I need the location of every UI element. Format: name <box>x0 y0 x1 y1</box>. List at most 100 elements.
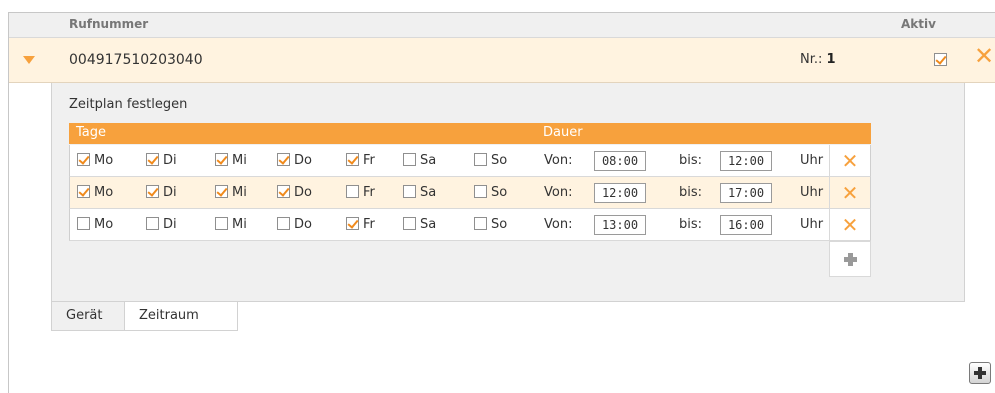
day-checkbox[interactable] <box>77 153 90 166</box>
close-icon[interactable]: ✕ <box>842 213 859 237</box>
day-checkbox[interactable] <box>146 217 159 230</box>
day-label: Sa <box>420 185 437 200</box>
day-label: Di <box>163 153 177 168</box>
day-checkbox[interactable] <box>277 217 290 230</box>
delete-schedule-row-button[interactable]: ✕ <box>829 209 871 241</box>
day-label: Fr <box>363 153 375 168</box>
to-label: bis: <box>679 185 703 200</box>
day-checkbox[interactable] <box>474 217 487 230</box>
day-checkbox[interactable] <box>474 153 487 166</box>
day-checkbox[interactable] <box>346 217 359 230</box>
from-label: Von: <box>544 153 573 168</box>
routing-table: Rufnummer Aktiv 004917510203040 Nr.: 1 ✕… <box>8 12 995 393</box>
to-label: bis: <box>679 153 703 168</box>
close-icon[interactable]: ✕ <box>842 149 859 173</box>
column-header-aktiv: Aktiv <box>901 17 936 31</box>
day-option[interactable]: Di <box>146 185 177 200</box>
day-option[interactable]: Mi <box>215 217 247 232</box>
day-option[interactable]: So <box>474 153 507 168</box>
day-option[interactable]: Mo <box>77 217 113 232</box>
day-label: Di <box>163 185 177 200</box>
tab-zeitraum[interactable]: Zeitraum <box>124 302 238 331</box>
to-time-input[interactable]: 16:00 <box>720 215 772 235</box>
unit-label: Uhr <box>800 217 824 232</box>
day-option[interactable]: Di <box>146 217 177 232</box>
day-checkbox[interactable] <box>215 217 228 230</box>
to-time-input[interactable]: 12:00 <box>720 151 772 171</box>
tab-geraet[interactable]: Gerät <box>51 302 124 331</box>
schedule-row: Mo Di Mi Do Fr Sa So Von: 12:00 bis: 17:00 Uhr <box>69 177 829 209</box>
from-time-input[interactable]: 12:00 <box>594 183 646 203</box>
entry-index-label: Nr.: <box>800 52 823 67</box>
add-number-plus-icon[interactable] <box>969 362 991 384</box>
from-time-input[interactable]: 08:00 <box>594 151 646 171</box>
day-label: Sa <box>420 217 437 232</box>
schedule-table-header: Tage Dauer <box>69 123 871 144</box>
aktiv-checkbox[interactable] <box>934 53 947 66</box>
day-option[interactable]: Sa <box>403 217 436 232</box>
day-checkbox[interactable] <box>277 153 290 166</box>
day-option[interactable]: Fr <box>346 153 375 168</box>
day-label: So <box>491 217 508 232</box>
day-checkbox[interactable] <box>403 185 416 198</box>
day-option[interactable]: So <box>474 185 507 200</box>
day-label: So <box>491 185 508 200</box>
day-label: Mi <box>232 153 247 168</box>
day-label: Mi <box>232 185 247 200</box>
day-label: Mo <box>94 153 114 168</box>
day-label: Do <box>294 185 312 200</box>
day-option[interactable]: So <box>474 217 507 232</box>
day-label: Mi <box>232 217 247 232</box>
day-option[interactable]: Fr <box>346 217 375 232</box>
day-label: Mo <box>94 185 114 200</box>
from-label: Von: <box>544 217 573 232</box>
to-label: bis: <box>679 217 703 232</box>
day-option[interactable]: Do <box>277 185 312 200</box>
day-checkbox[interactable] <box>146 185 159 198</box>
delete-entry-close-icon[interactable]: ✕ <box>974 44 994 68</box>
day-checkbox[interactable] <box>77 217 90 230</box>
day-option[interactable]: Do <box>277 217 312 232</box>
phone-number: 004917510203040 <box>69 52 203 68</box>
day-checkbox[interactable] <box>403 153 416 166</box>
day-option[interactable]: Sa <box>403 153 436 168</box>
day-option[interactable]: Do <box>277 153 312 168</box>
day-label: So <box>491 153 508 168</box>
entry-index-value: 1 <box>826 52 836 67</box>
number-entry-row[interactable]: 004917510203040 Nr.: 1 ✕ <box>9 38 995 83</box>
day-option[interactable]: Mo <box>77 185 113 200</box>
day-checkbox[interactable] <box>215 185 228 198</box>
column-header-rufnummer: Rufnummer <box>69 17 149 31</box>
day-label: Fr <box>363 217 375 232</box>
day-option[interactable]: Mi <box>215 153 247 168</box>
to-time-input[interactable]: 17:00 <box>720 183 772 203</box>
table-header: Rufnummer Aktiv <box>9 13 995 38</box>
expand-triangle-icon[interactable] <box>23 56 35 64</box>
day-checkbox[interactable] <box>403 217 416 230</box>
day-label: Do <box>294 153 312 168</box>
day-checkbox[interactable] <box>277 185 290 198</box>
close-icon[interactable]: ✕ <box>842 181 859 205</box>
from-time-input[interactable]: 13:00 <box>594 215 646 235</box>
add-schedule-row-button[interactable] <box>829 241 871 277</box>
delete-schedule-row-button[interactable]: ✕ <box>829 177 871 209</box>
unit-label: Uhr <box>800 185 824 200</box>
day-option[interactable]: Mo <box>77 153 113 168</box>
day-checkbox[interactable] <box>346 153 359 166</box>
day-option[interactable]: Mi <box>215 185 247 200</box>
delete-schedule-row-button[interactable]: ✕ <box>829 145 871 177</box>
day-option[interactable]: Fr <box>346 185 375 200</box>
column-header-dauer: Dauer <box>543 125 583 140</box>
day-checkbox[interactable] <box>215 153 228 166</box>
day-label: Fr <box>363 185 375 200</box>
day-option[interactable]: Sa <box>403 185 436 200</box>
schedule-title: Zeitplan festlegen <box>69 97 188 112</box>
day-label: Di <box>163 217 177 232</box>
day-checkbox[interactable] <box>146 153 159 166</box>
day-checkbox[interactable] <box>346 185 359 198</box>
day-option[interactable]: Di <box>146 153 177 168</box>
day-checkbox[interactable] <box>77 185 90 198</box>
column-header-tage: Tage <box>76 125 107 140</box>
day-checkbox[interactable] <box>474 185 487 198</box>
plus-icon <box>843 253 857 266</box>
